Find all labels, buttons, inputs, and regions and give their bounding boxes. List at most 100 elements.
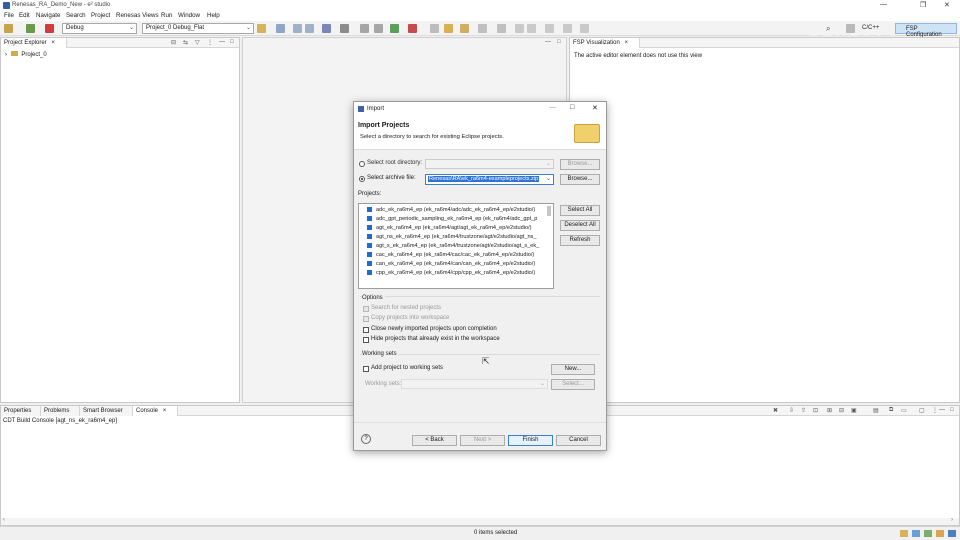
monitor-icon[interactable]: ▭ [901,407,907,414]
minimize-icon[interactable]: — [549,104,556,111]
browse-archive-button[interactable]: Browse... [560,174,600,185]
previous-icon[interactable]: ⇧ [801,407,806,414]
list-scrollbar[interactable] [547,206,551,216]
nav-back-icon[interactable] [545,24,554,33]
view-menu-icon[interactable]: ⋮ [932,407,938,414]
status-icon[interactable] [912,530,920,537]
external-tools-icon[interactable] [430,24,439,33]
status-icon[interactable] [900,530,908,537]
hide-existing-checkbox[interactable] [363,337,369,343]
browse-directory-button[interactable]: Browse... [560,159,600,170]
pin-icon[interactable] [460,24,469,33]
project-checkbox[interactable] [367,270,372,275]
scroll-right-icon[interactable]: › [951,517,953,523]
projects-list[interactable]: adc_ek_ra6m4_ep (ek_ra6m4/adc/adc_ek_ra6… [358,203,554,289]
stop-icon[interactable] [45,24,54,33]
scroll-left-icon[interactable]: ‹ [3,517,5,523]
tab-problems[interactable]: Problems [41,406,80,416]
minimize-icon[interactable]: — [880,1,887,8]
debug-icon[interactable] [390,24,399,33]
next-button[interactable]: Next > [460,435,505,446]
debug-launch-icon[interactable] [26,24,35,33]
pin-console-icon[interactable]: ⊡ [813,407,818,414]
horizontal-scrollbar[interactable]: ‹ › [1,517,959,525]
tab-smart-browser[interactable]: Smart Browser [80,406,133,416]
pin-editor-icon[interactable] [580,24,589,33]
menu-run[interactable]: Run [161,12,172,19]
chevron-right-icon[interactable]: › [5,52,7,58]
maximize-icon[interactable]: □ [570,104,574,111]
minimize-view-icon[interactable]: — [219,39,225,45]
gear-icon[interactable] [257,24,266,33]
save-all-icon[interactable] [305,24,314,33]
perspective-fsp[interactable]: FSP Configuration [895,23,957,38]
pencil-icon[interactable] [444,24,453,33]
project-checkbox[interactable] [367,207,372,212]
clear-console-icon[interactable]: ✖ [773,407,778,414]
menu-file[interactable]: File [4,12,14,19]
close-icon[interactable]: × [51,40,55,46]
refresh-button[interactable]: Refresh [560,235,600,246]
project-checkbox[interactable] [367,225,372,230]
build-icon[interactable] [322,24,331,33]
settings-icon[interactable] [374,24,383,33]
project-checkbox[interactable] [367,216,372,221]
new-file-icon[interactable] [276,24,285,33]
menu-window[interactable]: Window [178,12,200,19]
close-icon[interactable]: × [163,408,167,414]
open-console-icon[interactable]: ▣ [851,407,857,414]
tab-project-explorer[interactable]: Project Explorer × [1,38,67,48]
tab-properties[interactable]: Properties [1,406,41,416]
link-editor-icon[interactable]: ⇆ [183,39,188,46]
back-button[interactable]: < Back [412,435,457,446]
perspective-cpp[interactable]: C/C++ [862,25,879,31]
prev-annotation-icon[interactable] [497,24,506,33]
pencil-icon[interactable] [936,530,944,537]
new-working-set-button[interactable]: New... [551,364,595,375]
archive-file-input[interactable]: Renesas\RA\ek_ra6m4-exampleprojects.zip … [425,174,554,185]
project-checkbox[interactable] [367,252,372,257]
maximize-icon[interactable]: ❐ [920,1,926,9]
nav-forward-icon[interactable] [563,24,572,33]
run-icon[interactable] [408,24,417,33]
minimize-view-icon[interactable]: — [939,407,945,413]
help-icon[interactable]: ? [361,434,371,444]
menu-project[interactable]: Project [91,12,110,19]
forward-icon[interactable] [527,24,536,33]
window-icon[interactable]: ▢ [919,407,925,414]
filter-icon[interactable]: ▽ [195,39,200,46]
copy-projects-checkbox[interactable] [363,316,369,322]
back-icon[interactable] [515,24,524,33]
close-icon[interactable]: ✕ [944,1,950,9]
word-wrap-icon[interactable]: ⊟ [839,407,844,414]
deselect-all-button[interactable]: Deselect All [560,220,600,231]
nested-projects-checkbox[interactable] [363,306,369,312]
minimize-view-icon[interactable]: — [545,39,551,45]
display-console-icon[interactable]: ▤ [873,407,879,414]
maximize-view-icon[interactable]: □ [557,39,561,45]
launch-config-select[interactable]: Project_0 Debug_Flat ⌄ [142,23,254,34]
add-working-set-checkbox[interactable] [363,366,369,372]
maximize-view-icon[interactable]: □ [950,407,954,413]
save-icon[interactable] [293,24,302,33]
tools-icon[interactable] [340,24,349,33]
tree-item-project[interactable]: › Project_0 [5,51,47,58]
print-icon[interactable] [360,24,369,33]
menu-navigate[interactable]: Navigate [36,12,60,19]
collapse-all-icon[interactable]: ⊟ [171,39,176,46]
root-directory-input[interactable]: ⌄ [425,159,554,169]
menu-search[interactable]: Search [66,12,86,19]
new-console-icon[interactable]: ⧉ [889,407,893,414]
archive-file-radio[interactable] [359,176,365,182]
next-annotation-icon[interactable] [478,24,487,33]
menu-help[interactable]: Help [207,12,220,19]
build-config-select[interactable]: Debug ⌄ [62,23,137,34]
vertical-scrollbar[interactable] [953,417,959,517]
project-checkbox[interactable] [367,261,372,266]
cancel-button[interactable]: Cancel [556,435,601,446]
menu-renesas-views[interactable]: Renesas Views [116,12,159,19]
open-perspective-icon[interactable] [846,24,855,33]
maximize-view-icon[interactable]: □ [230,39,234,45]
root-directory-radio[interactable] [359,161,365,167]
working-sets-select[interactable]: ⌄ [401,379,548,389]
